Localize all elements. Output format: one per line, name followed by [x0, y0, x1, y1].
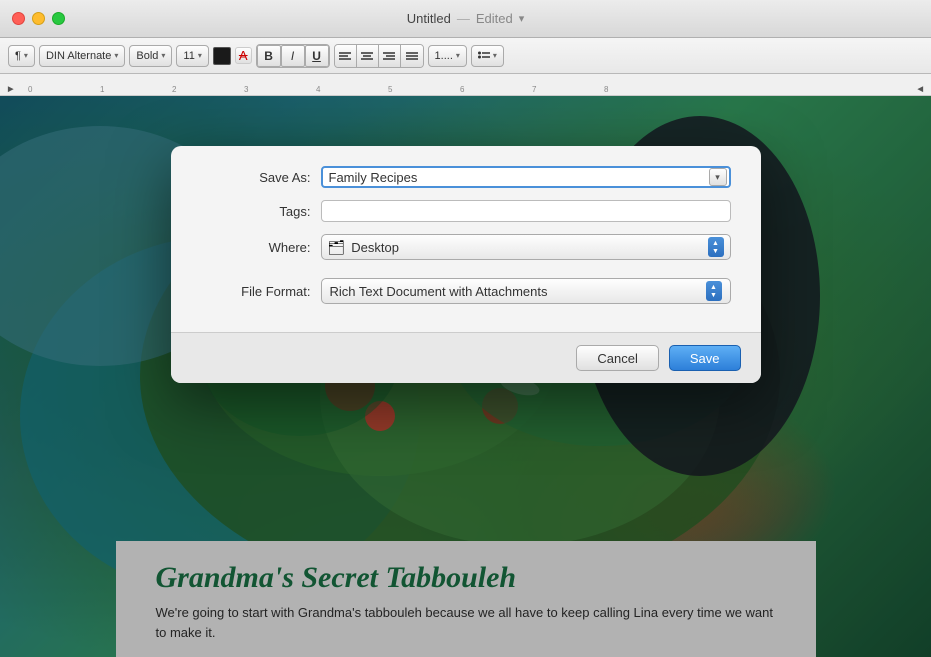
- document-status: Edited: [476, 11, 513, 26]
- bold-button[interactable]: B: [257, 45, 281, 67]
- where-label: Where:: [201, 240, 311, 255]
- save-as-label: Save As:: [201, 170, 311, 185]
- save-as-dropdown-arrow[interactable]: ▾: [709, 168, 727, 186]
- font-weight-selector[interactable]: Bold ▾: [129, 45, 172, 67]
- dialog-body: Save As: ▾ Tags: Where: 🗂 Desk: [171, 146, 761, 332]
- tags-row: Tags:: [201, 200, 731, 222]
- dialog-footer: Cancel Save: [171, 332, 761, 383]
- save-as-row: Save As: ▾: [201, 166, 731, 188]
- italic-button[interactable]: I: [281, 45, 305, 67]
- title-dropdown-arrow[interactable]: ▾: [519, 12, 525, 25]
- content-area: Grandma's Secret Tabbouleh We're going t…: [0, 96, 931, 657]
- paragraph-btn[interactable]: ¶ ▾: [8, 45, 35, 67]
- save-as-input-wrapper: ▾: [321, 166, 731, 188]
- align-justify-button[interactable]: [401, 45, 423, 67]
- strikethrough-button[interactable]: A: [235, 47, 252, 64]
- font-family-selector[interactable]: DIN Alternate ▾: [39, 45, 125, 67]
- format-buttons: B I U: [256, 44, 330, 68]
- save-dialog: Save As: ▾ Tags: Where: 🗂 Desk: [171, 146, 761, 383]
- align-center-button[interactable]: [357, 45, 379, 67]
- where-dropdown[interactable]: 🗂 Desktop ▲ ▼: [321, 234, 731, 260]
- document-title: Untitled: [407, 11, 451, 26]
- list-numbered-btn[interactable]: 1.... ▾: [428, 45, 467, 67]
- file-format-row: File Format: Rich Text Document with Att…: [201, 272, 731, 304]
- file-format-value: Rich Text Document with Attachments: [330, 284, 706, 299]
- where-value: Desktop: [351, 240, 701, 255]
- format-arrows-icon: ▲ ▼: [706, 281, 722, 301]
- minimize-button[interactable]: [32, 12, 45, 25]
- file-format-dropdown[interactable]: Rich Text Document with Attachments ▲ ▼: [321, 278, 731, 304]
- save-as-input[interactable]: [321, 166, 731, 188]
- maximize-button[interactable]: [52, 12, 65, 25]
- modal-overlay: Save As: ▾ Tags: Where: 🗂 Desk: [0, 96, 931, 657]
- align-left-button[interactable]: [335, 45, 357, 67]
- ruler: ▶ 0 1 2 3 4 5 6 7 8 ◀: [0, 74, 931, 96]
- tags-input[interactable]: [321, 200, 731, 222]
- title-bar: Untitled — Edited ▾: [0, 0, 931, 38]
- close-button[interactable]: [12, 12, 25, 25]
- where-arrows-icon: ▲ ▼: [708, 237, 724, 257]
- traffic-lights: [12, 12, 65, 25]
- align-right-button[interactable]: [379, 45, 401, 67]
- where-row: Where: 🗂 Desktop ▲ ▼: [201, 234, 731, 260]
- title-separator: —: [457, 11, 470, 26]
- font-size-selector[interactable]: 11 ▾: [176, 45, 208, 67]
- window-title: Untitled — Edited ▾: [407, 11, 524, 26]
- tags-label: Tags:: [201, 204, 311, 219]
- toolbar: ¶ ▾ DIN Alternate ▾ Bold ▾ 11 ▾ A B I U …: [0, 38, 931, 74]
- file-format-label: File Format:: [201, 284, 311, 299]
- underline-button[interactable]: U: [305, 45, 329, 67]
- alignment-buttons: [334, 44, 424, 68]
- folder-icon: 🗂: [328, 239, 346, 256]
- list-bullet-btn[interactable]: ▾: [471, 45, 504, 67]
- save-button[interactable]: Save: [669, 345, 741, 371]
- text-color-picker[interactable]: [213, 47, 231, 65]
- cancel-button[interactable]: Cancel: [576, 345, 658, 371]
